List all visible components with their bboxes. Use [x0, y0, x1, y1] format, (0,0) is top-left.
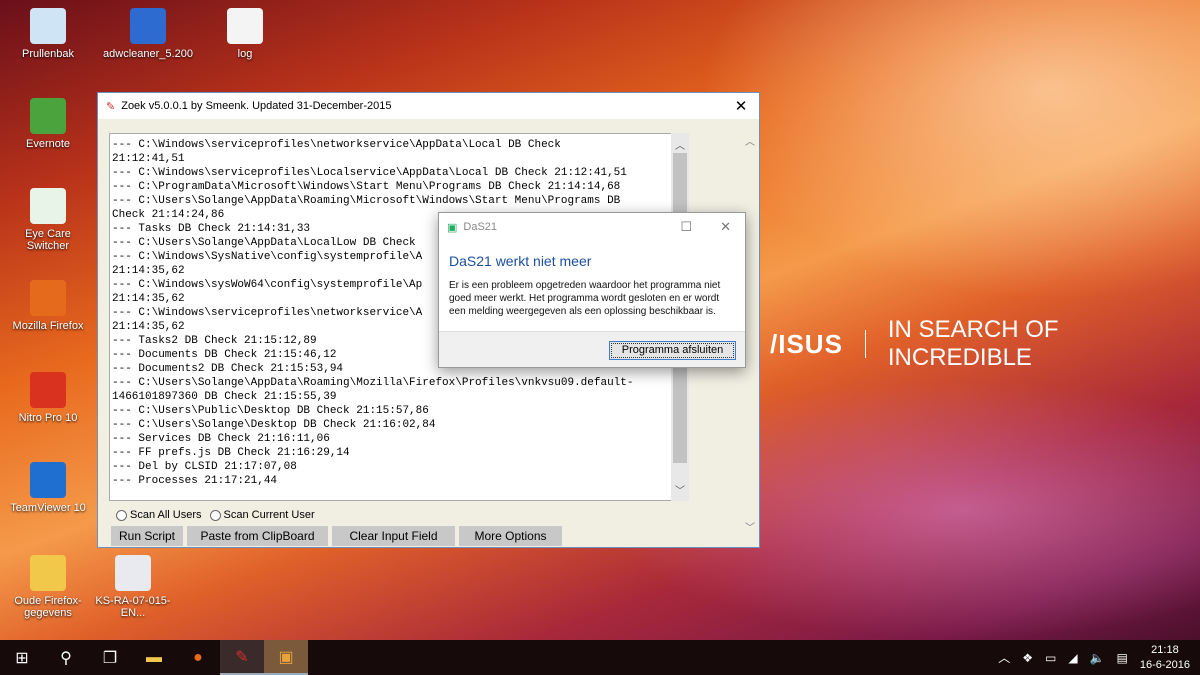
desktop-icon-label: TeamViewer 10: [10, 502, 86, 514]
volume-icon[interactable]: 🔈: [1090, 651, 1105, 665]
chevron-up-icon[interactable]: ︿: [998, 649, 1010, 666]
date: 16-6-2016: [1139, 658, 1190, 671]
nitro-icon: [30, 372, 66, 408]
desktop-icon-label: KS-RA-07-015-EN...: [95, 595, 171, 619]
search-icon[interactable]: ⚲: [44, 640, 88, 675]
zoek-taskbar-icon[interactable]: ✎: [220, 640, 264, 675]
recycle-bin-icon: [30, 8, 66, 44]
window-scrollbar[interactable]: ︿ ﹀: [745, 133, 757, 534]
scroll-down-icon[interactable]: ﹀: [671, 482, 689, 497]
dialog-message: Er is een probleem opgetreden waardoor h…: [449, 280, 721, 317]
dialog-titlebar[interactable]: ▣ DaS21 ☐ ✕: [439, 213, 745, 241]
folder-icon: [30, 555, 66, 591]
radio-label: Scan All Users: [130, 509, 202, 521]
adwcleaner-icon: [130, 8, 166, 44]
das21-app-icon: ▣: [447, 221, 458, 234]
dialog-title: DaS21: [463, 221, 498, 233]
desktop-icon[interactable]: Eye Care Switcher: [3, 188, 93, 252]
desktop-icon[interactable]: Nitro Pro 10: [3, 372, 93, 424]
das21-taskbar-icon[interactable]: ▣: [264, 640, 308, 675]
start-windows-icon[interactable]: ⊞: [0, 640, 44, 675]
desktop-icon-label: Evernote: [25, 138, 71, 150]
scroll-up-icon[interactable]: ︿: [745, 133, 755, 148]
divider: [864, 330, 866, 358]
evernote-icon: [30, 98, 66, 134]
scan-all-users-radio[interactable]: Scan All Users: [116, 509, 202, 521]
asus-branding: /ISUS IN SEARCH OF INCREDIBLE: [770, 316, 1200, 372]
desktop-icon[interactable]: Prullenbak: [3, 8, 93, 60]
desktop-icon-label: Oude Firefox-gegevens: [14, 595, 82, 619]
asus-logo: /ISUS: [770, 328, 843, 359]
taskbar: ⊞ ⚲ ❐ ▬ ● ✎ ▣ ︿ ❖ ▭ ◢ 🔈 ▤ 21:18 16-6-2016: [0, 640, 1200, 675]
file-explorer-icon[interactable]: ▬: [132, 640, 176, 675]
desktop-icon[interactable]: adwcleaner_5.200: [103, 8, 193, 60]
dropbox-icon[interactable]: ❖: [1022, 651, 1033, 665]
desktop-icon-label: adwcleaner_5.200: [103, 48, 193, 60]
desktop-icon[interactable]: TeamViewer 10: [3, 462, 93, 514]
zoek-title: Zoek v5.0.0.1 by Smeenk. Updated 31-Dece…: [121, 100, 392, 112]
time: 21:18: [1151, 643, 1179, 656]
more-options-button[interactable]: More Options: [459, 526, 562, 546]
asus-tagline: IN SEARCH OF INCREDIBLE: [887, 316, 1059, 371]
maximize-icon: ☐: [680, 219, 693, 234]
scan-current-user-radio[interactable]: Scan Current User: [209, 509, 315, 521]
close-program-button[interactable]: Programma afsluiten: [609, 341, 736, 360]
desktop-icon-label: Eye Care Switcher: [25, 228, 71, 252]
desktop-icon-label: Mozilla Firefox: [12, 320, 84, 332]
desktop-icon-label: log: [237, 48, 253, 60]
battery-icon[interactable]: ▭: [1045, 651, 1056, 665]
paste-clipboard-button[interactable]: Paste from ClipBoard: [187, 526, 328, 546]
close-icon[interactable]: ✕: [720, 219, 731, 235]
desktop-icon[interactable]: Evernote: [3, 98, 93, 150]
zoek-titlebar[interactable]: ✎ Zoek v5.0.0.1 by Smeenk. Updated 31-De…: [98, 93, 759, 119]
desktop-icon[interactable]: Mozilla Firefox: [3, 280, 93, 332]
action-center-icon[interactable]: ▤: [1117, 651, 1128, 665]
clear-input-button[interactable]: Clear Input Field: [332, 526, 455, 546]
firefox-icon: [30, 280, 66, 316]
eye-icon: [30, 188, 66, 224]
desktop-icon-label: Prullenbak: [22, 48, 74, 60]
desktop-icon[interactable]: log: [200, 8, 290, 60]
desktop-icon[interactable]: Oude Firefox-gegevens: [3, 555, 93, 619]
dialog-heading: DaS21 werkt niet meer: [449, 253, 592, 269]
close-icon[interactable]: ✕: [723, 97, 759, 115]
desktop-icon-label: Nitro Pro 10: [18, 412, 78, 424]
task-view-icon[interactable]: ❐: [88, 640, 132, 675]
firefox-taskbar-icon[interactable]: ●: [176, 640, 220, 675]
text-file-icon: [227, 8, 263, 44]
zoek-app-icon: ✎: [106, 100, 116, 113]
radio-label: Scan Current User: [223, 509, 315, 521]
clock[interactable]: 21:18 16-6-2016: [1140, 643, 1190, 673]
desktop-icon[interactable]: KS-RA-07-015-EN...: [88, 555, 178, 619]
scroll-down-icon[interactable]: ﹀: [745, 519, 755, 534]
run-script-button[interactable]: Run Script: [111, 526, 183, 546]
error-dialog: ▣ DaS21 ☐ ✕ DaS21 werkt niet meer Er is e…: [438, 212, 746, 368]
teamviewer-icon: [30, 462, 66, 498]
wifi-icon[interactable]: ◢: [1068, 651, 1077, 665]
pdf-file-icon: [115, 555, 151, 591]
scroll-up-icon[interactable]: ︿: [671, 137, 689, 152]
wallpaper-glow: [700, 0, 1200, 300]
